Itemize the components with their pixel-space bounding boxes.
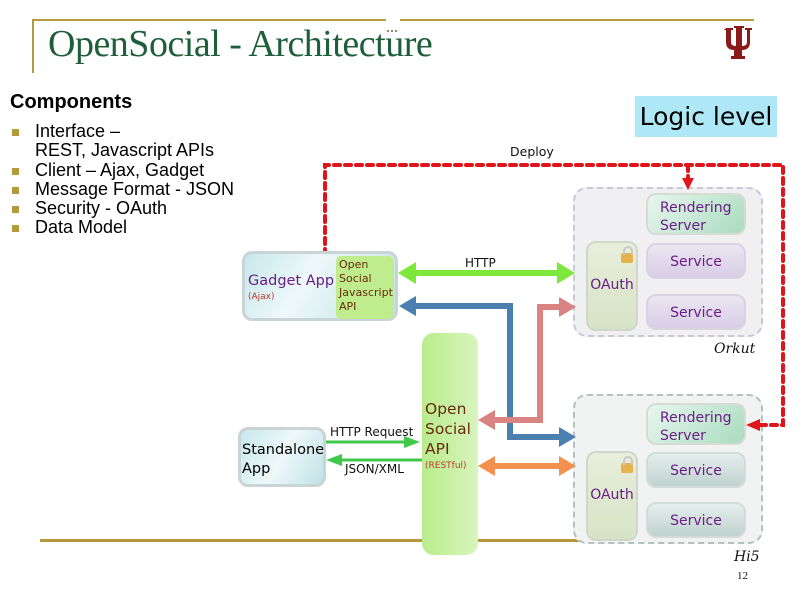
http-request-label: HTTP Request [330,425,414,439]
gadget-app-subtitle: (Ajax) [248,292,275,302]
hi5-rendering-server: Rendering Server [646,403,746,445]
standalone-app-node: Standalone App [238,427,326,487]
lock-icon [621,456,633,473]
lock-icon [621,246,633,263]
orkut-rendering-server: Rendering Server [646,193,746,235]
json-xml-label: JSON/XML [345,462,404,476]
gadget-app-title: Gadget App [248,273,335,289]
gadget-js-api: Open Social Javascript API [336,256,394,319]
http-label: HTTP [465,256,496,270]
orkut-service-1: Service [646,243,746,279]
hi5-service-1: Service [646,452,746,488]
orange-arrow [478,456,576,476]
hi5-label: Hi5 [734,549,760,565]
gadget-app-node: Gadget App (Ajax) Open Social Javascript… [242,251,398,321]
orkut-oauth: OAuth [586,241,638,331]
pink-arrow [478,297,576,430]
deploy-arrowhead-hi5 [746,419,760,431]
hi5-service-2: Service [646,502,746,538]
hi5-oauth: OAuth [586,451,638,541]
page-number: 12 [737,570,748,582]
deploy-arrowhead-orkut [682,178,694,190]
orkut-service-2: Service [646,294,746,330]
deploy-label: Deploy [510,144,554,159]
orkut-label: Orkut [714,341,756,357]
